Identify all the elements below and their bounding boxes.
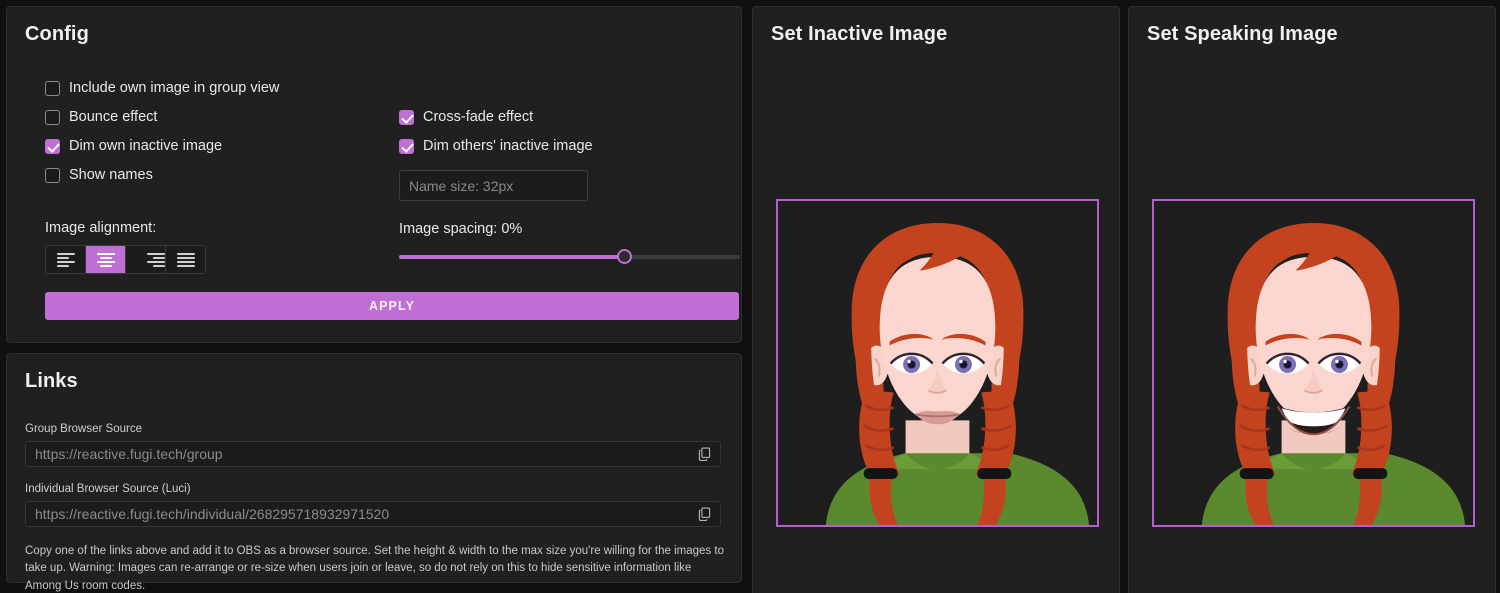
inactive-image-panel: Set Inactive Image xyxy=(752,6,1120,593)
checkbox-dim-own-inactive-image[interactable]: Dim own inactive image xyxy=(45,132,385,161)
checkbox-label: Show names xyxy=(69,167,153,184)
speaking-image-panel: Set Speaking Image xyxy=(1128,6,1496,593)
checkbox-include-own-image[interactable]: Include own image in group view xyxy=(45,74,385,103)
checkbox-box[interactable] xyxy=(399,139,414,154)
app-root: Config Include own image in group view B… xyxy=(0,0,1500,593)
apply-button[interactable]: APPLY xyxy=(45,292,739,320)
inactive-image-title: Set Inactive Image xyxy=(771,23,948,45)
name-size-field[interactable] xyxy=(399,170,588,201)
image-alignment-group xyxy=(45,245,206,274)
checkbox-label: Include own image in group view xyxy=(69,80,280,97)
checkbox-box[interactable] xyxy=(45,110,60,125)
checkbox-bounce-effect[interactable]: Bounce effect xyxy=(45,103,385,132)
align-center-button[interactable] xyxy=(86,246,126,273)
checkbox-box[interactable] xyxy=(45,139,60,154)
slider-thumb[interactable] xyxy=(617,249,633,264)
individual-browser-source-url: https://reactive.fugi.tech/individual/26… xyxy=(35,506,390,522)
copy-icon[interactable] xyxy=(697,507,712,522)
group-browser-source-url: https://reactive.fugi.tech/group xyxy=(35,446,223,462)
align-right-icon xyxy=(147,252,165,267)
config-title: Config xyxy=(25,23,89,45)
links-panel: Links Group Browser Source https://react… xyxy=(6,353,742,592)
group-browser-source-field[interactable]: https://reactive.fugi.tech/group xyxy=(25,441,721,467)
checkbox-label: Bounce effect xyxy=(69,109,158,126)
checkbox-label: Dim others' inactive image xyxy=(423,138,593,155)
image-spacing-label: Image spacing: 0% xyxy=(399,221,523,237)
config-column-right: Cross-fade effect Dim others' inactive i… xyxy=(399,103,747,264)
slider-fill xyxy=(399,255,625,259)
checkbox-box[interactable] xyxy=(45,168,60,183)
checkbox-box[interactable] xyxy=(45,81,60,96)
checkbox-cross-fade-effect[interactable]: Cross-fade effect xyxy=(399,103,747,132)
checkbox-dim-others-inactive-image[interactable]: Dim others' inactive image xyxy=(399,132,747,161)
checkbox-label: Cross-fade effect xyxy=(423,109,534,126)
individual-browser-source-label: Individual Browser Source (Luci) xyxy=(25,483,191,495)
checkbox-label: Dim own inactive image xyxy=(69,138,223,155)
align-left-icon xyxy=(56,252,75,267)
speaking-image-title: Set Speaking Image xyxy=(1147,23,1338,45)
align-left-button[interactable] xyxy=(46,246,86,273)
inactive-image-frame[interactable] xyxy=(776,199,1099,527)
image-alignment-label: Image alignment: xyxy=(45,220,157,236)
config-panel: Config Include own image in group view B… xyxy=(6,6,742,343)
config-body: Include own image in group view Bounce e… xyxy=(25,74,740,324)
links-warning-text: Copy one of the links above and add it t… xyxy=(25,545,724,592)
align-right-button[interactable] xyxy=(126,246,166,273)
config-column-left: Include own image in group view Bounce e… xyxy=(45,74,385,274)
links-title: Links xyxy=(25,370,78,392)
align-center-icon xyxy=(96,252,115,267)
checkbox-box[interactable] xyxy=(399,110,414,125)
checkbox-show-names[interactable]: Show names xyxy=(45,161,385,190)
image-spacing-slider[interactable] xyxy=(399,249,740,264)
avatar-speaking xyxy=(1154,201,1473,525)
group-browser-source-label: Group Browser Source xyxy=(25,423,142,435)
speaking-image-frame[interactable] xyxy=(1152,199,1475,527)
individual-browser-source-field[interactable]: https://reactive.fugi.tech/individual/26… xyxy=(25,501,721,527)
copy-icon[interactable] xyxy=(697,447,712,462)
name-size-input[interactable] xyxy=(400,171,587,200)
align-justify-button[interactable] xyxy=(166,246,205,273)
avatar-inactive xyxy=(778,201,1097,525)
align-justify-icon xyxy=(176,252,195,267)
links-body: Group Browser Source https://reactive.fu… xyxy=(25,423,724,593)
